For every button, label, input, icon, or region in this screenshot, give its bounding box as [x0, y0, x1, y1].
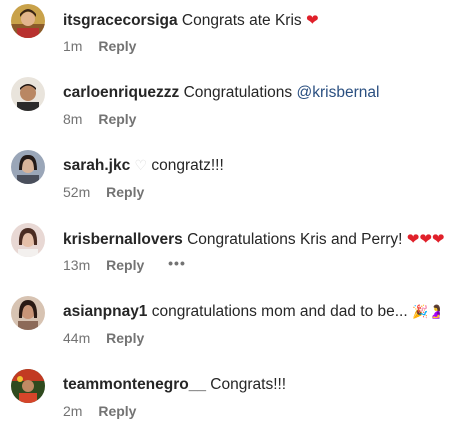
avatar[interactable] — [11, 77, 45, 111]
comment-text: sarah.jkc ♡ congratz!!! — [63, 156, 224, 176]
white-heart-emoji: ♡ — [134, 158, 148, 174]
comment-body: Congrats!!! — [210, 376, 287, 393]
comment-username[interactable]: carloenriquezzz — [63, 84, 179, 101]
comment-body: congratulations mom and dad to be... — [151, 303, 408, 320]
comment-username[interactable]: sarah.jkc — [63, 157, 130, 174]
comment-body: congratz!!! — [151, 157, 224, 174]
comment-time: 52m — [63, 184, 91, 200]
reply-button[interactable]: Reply — [98, 403, 136, 419]
avatar[interactable] — [11, 369, 45, 403]
comment-username[interactable]: asianpnay1 — [63, 303, 147, 320]
comment-meta: 13m Reply ••• — [63, 254, 186, 274]
comment-text: carloenriquezzz Congratulations @krisber… — [63, 83, 379, 103]
comment-time: 1m — [63, 38, 83, 54]
mention-link[interactable]: @krisbernal — [296, 84, 379, 101]
comment-text: itsgracecorsiga Congrats ate Kris ❤ — [63, 10, 319, 31]
comment-body: Congratulations — [183, 84, 293, 101]
reply-button[interactable]: Reply — [98, 111, 136, 127]
comment-item: teammontenegro__ Congrats!!! 2m Reply — [0, 369, 474, 429]
avatar[interactable] — [11, 150, 45, 184]
more-options-icon[interactable]: ••• — [168, 254, 186, 272]
comment-username[interactable]: itsgracecorsiga — [63, 12, 178, 29]
reply-button[interactable]: Reply — [98, 38, 136, 54]
comment-time: 44m — [63, 330, 91, 346]
comment-time: 8m — [63, 111, 83, 127]
comment-meta: 44m Reply — [63, 329, 144, 347]
comment-item: carloenriquezzz Congratulations @krisber… — [0, 77, 474, 137]
hearts-emoji: ❤❤❤ — [406, 230, 445, 248]
heart-emoji: ❤ — [305, 11, 319, 29]
comment-meta: 8m Reply — [63, 110, 136, 128]
reply-button[interactable]: Reply — [106, 330, 144, 346]
comment-text: asianpnay1 congratulations mom and dad t… — [63, 302, 444, 323]
avatar[interactable] — [11, 296, 45, 330]
comment-text: krisbernallovers Congratulations Kris an… — [63, 229, 445, 250]
comment-meta: 1m Reply — [63, 37, 136, 55]
comment-username[interactable]: teammontenegro__ — [63, 376, 206, 393]
comment-meta: 2m Reply — [63, 402, 136, 420]
party-popper-emoji: 🎉🤰 — [411, 305, 445, 320]
comment-username[interactable]: krisbernallovers — [63, 231, 183, 248]
reply-button[interactable]: Reply — [106, 257, 144, 273]
comment-text: teammontenegro__ Congrats!!! — [63, 375, 286, 395]
comment-body: Congrats ate Kris — [181, 12, 302, 29]
comment-body: Congratulations Kris and Perry! — [187, 231, 403, 248]
comment-time: 2m — [63, 403, 83, 419]
comment-item: asianpnay1 congratulations mom and dad t… — [0, 296, 474, 356]
avatar[interactable] — [11, 223, 45, 257]
comment-item: krisbernallovers Congratulations Kris an… — [0, 223, 474, 283]
avatar[interactable] — [11, 4, 45, 38]
reply-button[interactable]: Reply — [106, 184, 144, 200]
comment-meta: 52m Reply — [63, 183, 144, 201]
comment-item: sarah.jkc ♡ congratz!!! 52m Reply — [0, 150, 474, 210]
comment-item: itsgracecorsiga Congrats ate Kris ❤ 1m R… — [0, 4, 474, 64]
comment-time: 13m — [63, 257, 91, 273]
